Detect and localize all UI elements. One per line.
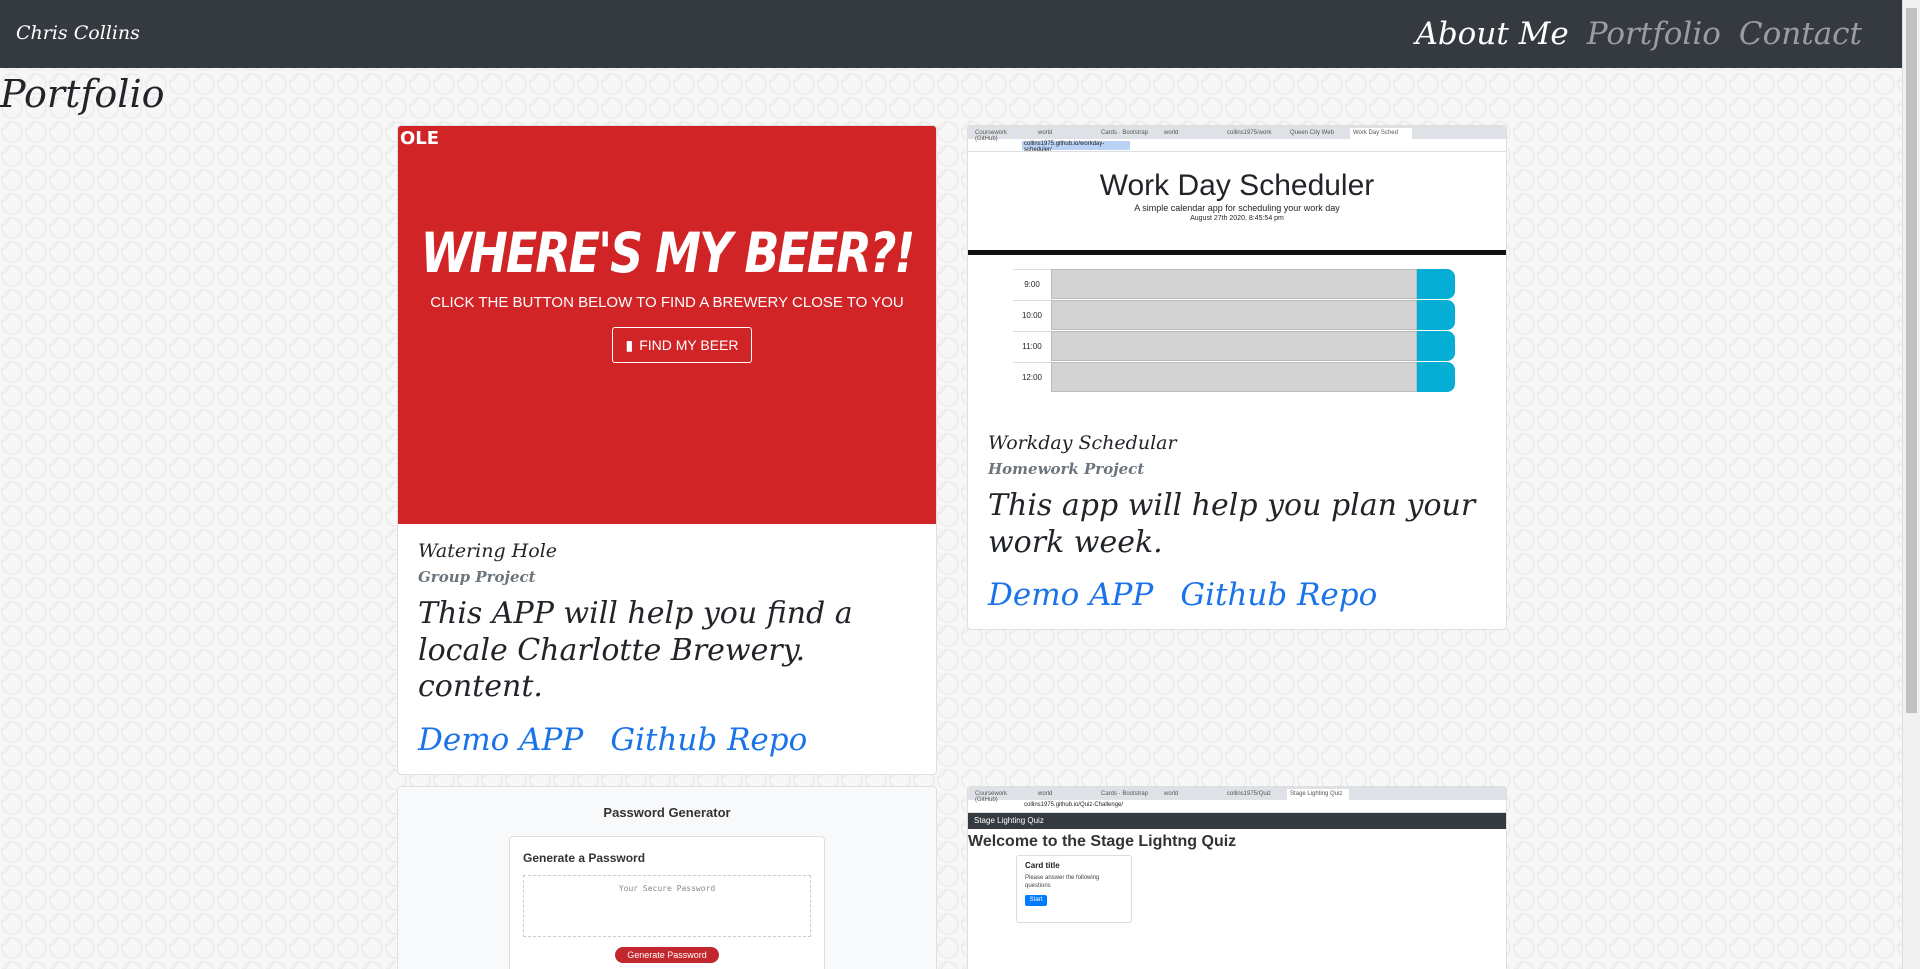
save-icon: [1417, 300, 1455, 330]
beer-mug-icon: ▮: [625, 336, 634, 353]
browser-tab: Cards · Bootstrap: [1101, 791, 1149, 797]
corner-logo-text: OLE: [400, 128, 440, 149]
browser-tab: Coursework (GitHub): [975, 130, 1008, 142]
browser-url: collins1975.github.io/workday-scheduler/: [1022, 141, 1130, 153]
quiz-navbar: Stage Lighting Quiz: [968, 813, 1506, 829]
find-beer-label: FIND MY BEER: [639, 337, 739, 353]
hour-label: 11:00: [1013, 331, 1051, 361]
password-headline: Password Generator: [603, 805, 731, 820]
hour-textarea: [1051, 362, 1417, 392]
nav-links: About Me Portfolio Contact: [1415, 16, 1862, 52]
hour-label: 9:00: [1013, 269, 1051, 299]
quiz-card-text: Please answer the following questions: [1025, 875, 1100, 890]
browser-tab-bar: Coursework (GitHub) world Cards · Bootst…: [968, 787, 1506, 803]
page-scrollbar[interactable]: [1902, 0, 1920, 969]
scheduler-subtitle: A simple calendar app for scheduling you…: [1134, 203, 1340, 213]
project-screenshot: Coursework (GitHub) world Cards · Bootst…: [968, 787, 1506, 969]
hour-row: 10:00: [1013, 300, 1506, 330]
github-repo-link[interactable]: Github Repo: [610, 722, 807, 758]
card-body: Workday Schedular Homework Project This …: [968, 416, 1506, 629]
hour-label: 10:00: [1013, 300, 1051, 330]
scheduler-headline: Work Day Scheduler: [1099, 169, 1375, 202]
password-card-title: Generate a Password: [523, 851, 646, 865]
browser-tab: collins1975/work: [1227, 130, 1272, 136]
project-screenshot: OLE WHERE'S MY BEER?! CLICK THE BUTTON B…: [398, 126, 936, 524]
quiz-headline: Welcome to the Stage Lightng Quiz: [968, 833, 1237, 850]
project-card-stage-lighting-quiz: Coursework (GitHub) world Cards · Bootst…: [967, 786, 1507, 969]
hour-rows: 9:00 10:00 11:00 12:00: [968, 269, 1506, 392]
divider: [968, 250, 1506, 255]
hour-textarea: [1051, 269, 1417, 299]
card-title: Watering Hole: [418, 540, 558, 562]
hour-textarea: [1051, 300, 1417, 330]
generate-password-button: Generate Password: [615, 947, 719, 963]
card-subtitle: Homework Project: [988, 460, 1145, 478]
browser-url-bar: collins1975.github.io/Quiz-Challenge/: [968, 800, 1506, 813]
browser-url-bar: collins1975.github.io/workday-scheduler/: [968, 139, 1506, 153]
nav-portfolio[interactable]: Portfolio: [1587, 16, 1721, 52]
password-card: Generate a Password Your Secure Password…: [509, 836, 825, 969]
hour-textarea: [1051, 331, 1417, 361]
project-card-workday-scheduler: Coursework (GitHub) world Cards · Bootst…: [967, 125, 1507, 631]
browser-tab: Queen City Web: [1290, 130, 1334, 136]
scheduler-date: August 27th 2020, 8:45:54 pm: [1190, 215, 1284, 222]
demo-app-link[interactable]: Demo APP: [418, 722, 583, 758]
browser-tab-active: Stage Lighting Quiz: [1287, 789, 1349, 800]
browser-tab: collins1975/Quiz: [1227, 791, 1272, 797]
card-description: This app will help you plan your work we…: [988, 488, 1476, 560]
save-icon: [1417, 269, 1455, 299]
hour-row: 12:00: [1013, 362, 1506, 392]
beer-subtitle: CLICK THE BUTTON BELOW TO FIND A BREWERY…: [430, 294, 904, 311]
hour-row: 9:00: [1013, 269, 1506, 299]
quiz-card: Card title Please answer the following q…: [1016, 855, 1132, 923]
project-card-password-generator: Password Generator Generate a Password Y…: [397, 786, 937, 969]
browser-tab: Coursework (GitHub): [975, 791, 1008, 803]
find-beer-button: ▮ FIND MY BEER: [612, 327, 752, 363]
quiz-card-title: Card title: [1025, 861, 1060, 870]
nav-about-me[interactable]: About Me: [1415, 16, 1568, 52]
scrollbar-thumb[interactable]: [1906, 8, 1917, 713]
card-description: This APP will help you find a locale Cha…: [418, 596, 853, 705]
browser-tab-active: Work Day Sched: [1350, 128, 1412, 139]
navbar: Chris Collins About Me Portfolio Contact: [0, 0, 1902, 68]
browser-tab: Cards · Bootstrap: [1101, 130, 1149, 136]
project-card-watering-hole: OLE WHERE'S MY BEER?! CLICK THE BUTTON B…: [397, 125, 937, 775]
hour-row: 11:00: [1013, 331, 1506, 361]
project-screenshot: Password Generator Generate a Password Y…: [398, 787, 936, 969]
quiz-start-button: Start: [1025, 894, 1047, 906]
password-textarea: Your Secure Password: [523, 875, 811, 937]
card-subtitle: Group Project: [418, 568, 536, 586]
page-title: Portfolio: [0, 72, 165, 116]
card-title: Workday Schedular: [988, 432, 1177, 454]
project-screenshot: Coursework (GitHub) world Cards · Bootst…: [968, 126, 1506, 416]
hour-label: 12:00: [1013, 362, 1051, 392]
browser-tab: world: [1038, 791, 1053, 797]
browser-tab: world: [1038, 130, 1053, 136]
github-repo-link[interactable]: Github Repo: [1180, 577, 1377, 613]
save-icon: [1417, 331, 1455, 361]
browser-tab: world: [1164, 791, 1179, 797]
browser-tab: world: [1164, 130, 1179, 136]
brand-link[interactable]: Chris Collins: [16, 22, 140, 44]
browser-tab-bar: Coursework (GitHub) world Cards · Bootst…: [968, 126, 1506, 142]
save-icon: [1417, 362, 1455, 392]
beer-headline: WHERE'S MY BEER?!: [420, 220, 916, 286]
demo-app-link[interactable]: Demo APP: [988, 577, 1153, 613]
card-body: Watering Hole Group Project This APP wil…: [398, 524, 936, 774]
browser-url: collins1975.github.io/Quiz-Challenge/: [1024, 802, 1124, 808]
nav-contact[interactable]: Contact: [1739, 16, 1862, 52]
